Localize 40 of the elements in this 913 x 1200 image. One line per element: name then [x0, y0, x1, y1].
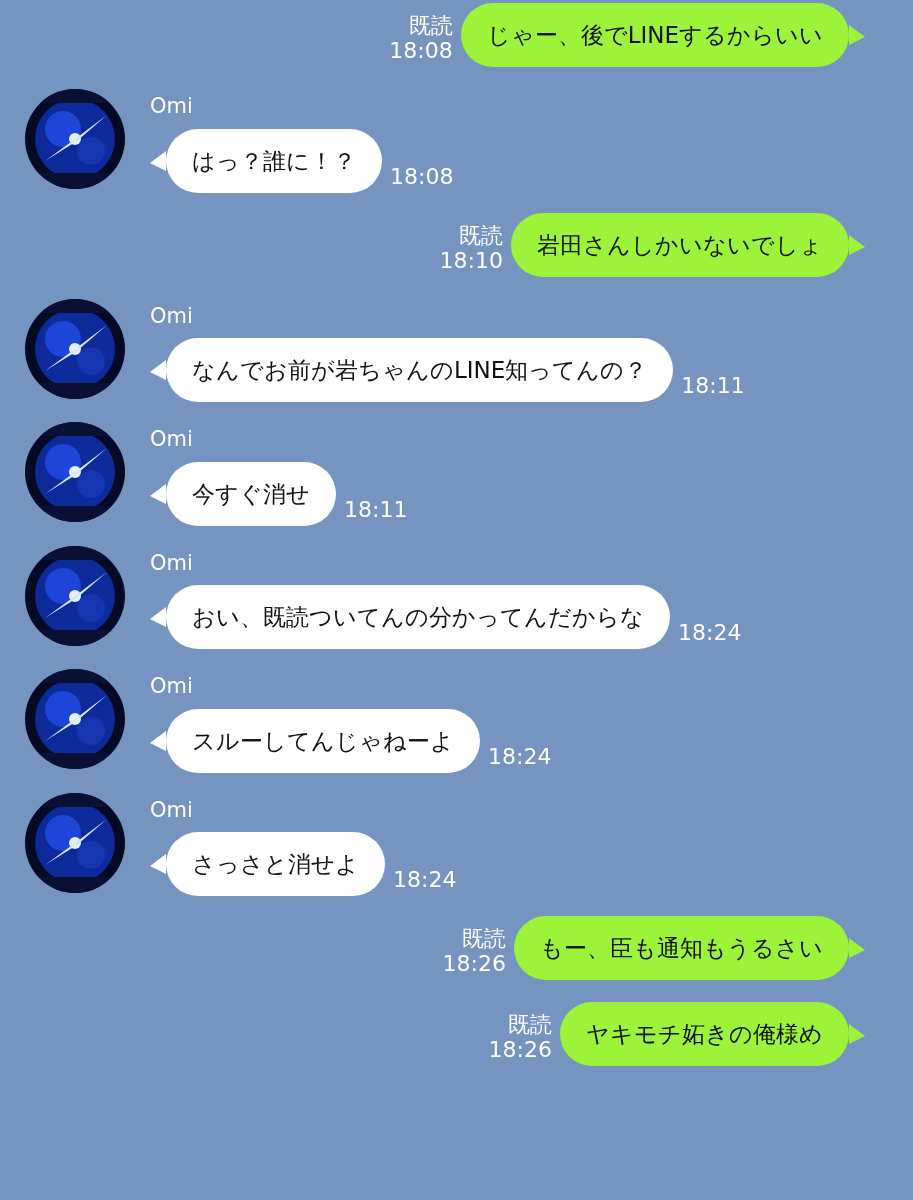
- bubble-tail: [150, 150, 166, 171]
- bubble-tail: [150, 730, 166, 751]
- message-bubble: なんでお前が岩ちゃんのLINE知ってんの？: [166, 338, 674, 402]
- message-bubble: おい、既読ついてんの分かってんだからな: [166, 585, 670, 649]
- read-receipt: 既読: [407, 13, 453, 38]
- bubble-tail: [150, 360, 166, 380]
- message-bubble: じゃー、後でLINEするからいい: [460, 3, 849, 67]
- timestamp: 18:08: [390, 163, 454, 191]
- bubble-tail: [150, 607, 166, 627]
- read-receipt: 既読: [458, 222, 503, 248]
- sender-name: Omi: [150, 549, 194, 577]
- sender-name: Omi: [150, 426, 194, 453]
- timestamp: 18:24: [393, 867, 457, 894]
- timestamp: 18:08: [389, 38, 453, 63]
- message-bubble: スルーしてんじゃねーよ: [166, 708, 480, 773]
- bubble-tail: [849, 938, 865, 958]
- bubble-tail: [849, 234, 865, 255]
- sender-name: Omi: [150, 673, 194, 700]
- timestamp: 18:26: [488, 1037, 552, 1062]
- message-bubble: さっさと消せよ: [166, 832, 385, 896]
- timestamp: 18:24: [678, 620, 742, 647]
- bubble-tail: [150, 854, 166, 874]
- timestamp: 18:10: [439, 247, 503, 273]
- message-bubble: 岩田さんしかいないでしょ: [511, 212, 849, 277]
- message-bubble: 今すぐ消せ: [166, 461, 336, 526]
- sender-name: Omi: [150, 93, 194, 120]
- timestamp: 18:11: [681, 373, 745, 400]
- bubble-tail: [849, 1024, 865, 1044]
- message-bubble: ヤキモチ妬きの俺様め: [560, 1002, 849, 1066]
- read-receipt: 既読: [461, 926, 506, 951]
- timestamp: 18:26: [442, 951, 506, 976]
- read-receipt: 既読: [507, 1012, 552, 1037]
- sender-name: Omi: [150, 796, 194, 824]
- message-bubble: はっ？誰に！？: [166, 128, 382, 193]
- bubble-tail: [849, 25, 865, 45]
- bubble-tail: [150, 483, 166, 504]
- timestamp: 18:11: [344, 496, 408, 524]
- sender-name: Omi: [150, 302, 194, 330]
- timestamp: 18:24: [488, 743, 552, 771]
- message-bubble: もー、臣も通知もうるさい: [514, 916, 849, 980]
